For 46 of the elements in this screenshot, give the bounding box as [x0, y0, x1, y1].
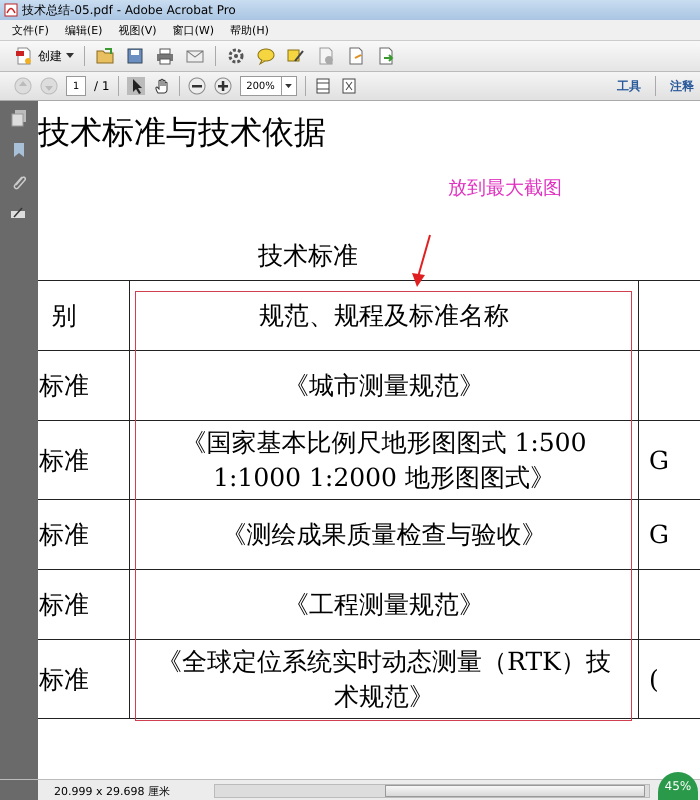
table-cell: 标准 — [38, 500, 130, 570]
table-cell: 《城市测量规范》 — [130, 350, 638, 420]
annotation-text: 放到最大截图 — [448, 176, 562, 201]
menu-item[interactable]: 帮助(H) — [230, 22, 269, 38]
pdf-icon — [4, 3, 18, 17]
printer-icon[interactable] — [155, 46, 175, 66]
page-size-text: 20.999 x 29.698 厘米 — [53, 784, 171, 798]
panel-link[interactable]: 注释 — [664, 78, 700, 94]
new-document-icon — [14, 46, 34, 66]
table-cell: 《测绘成果质量检查与验收》 — [130, 500, 638, 570]
speech-bubble-icon[interactable] — [256, 46, 276, 66]
table-cell: 标准 — [38, 420, 130, 500]
caret-icon — [66, 53, 74, 59]
folder-icon[interactable] — [95, 46, 115, 66]
table-cell: 标准 — [38, 570, 130, 640]
document-heading: 技术标准与技术依据 — [38, 112, 327, 153]
window-title: 技术总结-05.pdf - Adobe Acrobat Pro — [22, 2, 236, 18]
hand-icon[interactable] — [152, 77, 170, 95]
settings-icon[interactable] — [226, 46, 246, 66]
horizontal-scrollbar[interactable] — [214, 784, 650, 798]
menu-item[interactable]: 窗口(W) — [172, 22, 214, 38]
table-cell: 标准 — [38, 350, 130, 420]
zoom-dropdown[interactable]: 200% — [240, 76, 296, 96]
menu-item[interactable]: 文件(F) — [12, 22, 49, 38]
panel-link[interactable]: 工具 — [611, 78, 647, 94]
caret-icon — [285, 84, 292, 88]
pages-icon[interactable] — [10, 109, 28, 127]
fit-page-icon[interactable] — [314, 77, 332, 95]
zoom-out-icon[interactable] — [188, 77, 206, 95]
menu-item[interactable]: 编辑(E) — [64, 22, 102, 38]
table-title: 技术标准 — [258, 240, 358, 272]
create-button[interactable]: 创建 — [14, 46, 74, 66]
zoom-in-icon[interactable] — [214, 77, 232, 95]
full-screen-icon[interactable] — [340, 77, 358, 95]
table-cell: 别 — [38, 280, 130, 350]
menu-item[interactable]: 视图(V) — [118, 22, 157, 38]
page-total: / 1 — [94, 79, 110, 93]
table-cell: 《国家基本比例尺地形图图式 1:500 1:1000 1:2000 地形图图式》 — [130, 420, 638, 500]
table-cell: 《工程测量规范》 — [130, 570, 638, 640]
page-number-field[interactable]: 1 — [66, 76, 86, 96]
select-cursor-icon[interactable] — [126, 77, 144, 95]
table-cell: 《全球定位系统实时动态测量（RTK）技术规范》 — [130, 640, 638, 718]
floppy-icon[interactable] — [125, 46, 145, 66]
table-cell: 标准 — [38, 640, 130, 718]
table-cell — [638, 280, 700, 350]
table-cell: 规范、规程及标准名称 — [130, 280, 638, 350]
